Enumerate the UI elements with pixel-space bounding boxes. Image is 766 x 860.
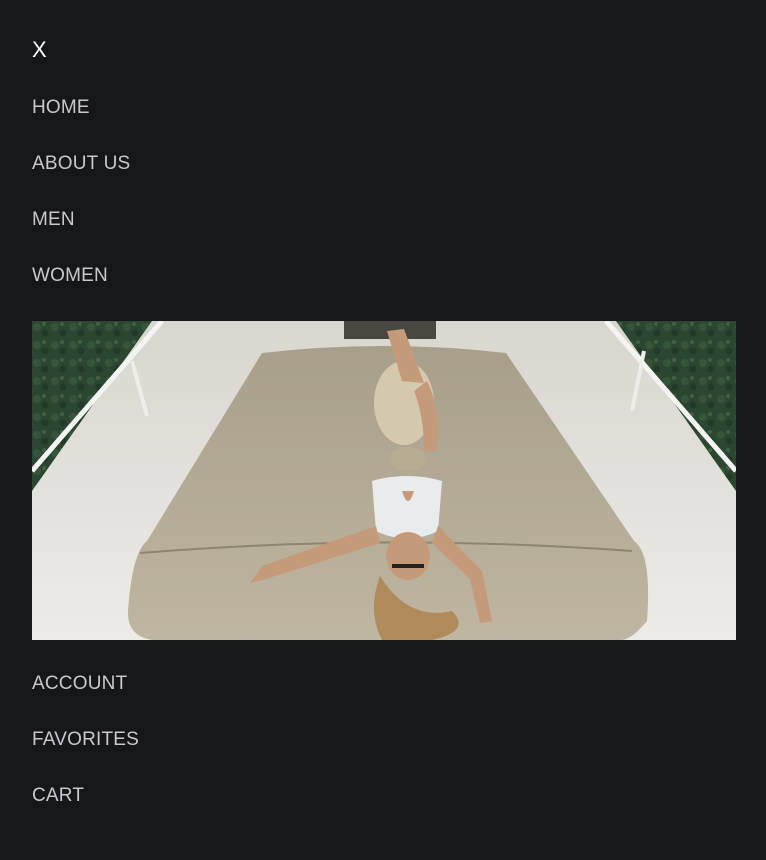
close-menu-button[interactable]: X [32,38,50,62]
boat-photo-illustration [32,321,736,640]
nav-item-men[interactable]: MEN [32,208,736,264]
nav-item-about-us[interactable]: ABOUT US [32,152,736,208]
nav-item-favorites[interactable]: FAVORITES [32,728,736,784]
nav-item-home[interactable]: HOME [32,96,736,152]
nav-item-women[interactable]: WOMEN [32,264,736,320]
nav-item-account[interactable]: ACCOUNT [32,672,736,728]
hero-image [32,321,736,640]
primary-nav: HOME ABOUT US MEN WOMEN [32,96,736,320]
nav-item-cart[interactable]: CART [32,784,736,840]
account-nav: ACCOUNT FAVORITES CART [32,672,736,840]
